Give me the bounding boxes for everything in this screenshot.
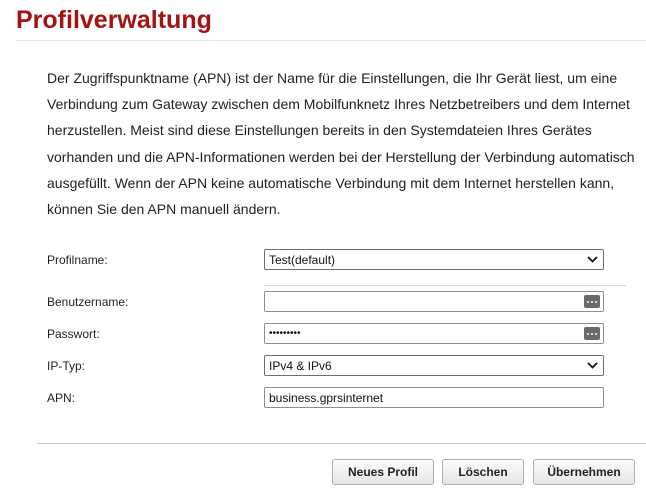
ip-type-label: IP-Typ:	[47, 359, 86, 373]
password-manager-icon[interactable]	[584, 295, 600, 308]
page-title: Profilverwaltung	[16, 6, 212, 34]
profile-name-value: Test(default)	[269, 252, 336, 267]
chevron-down-icon	[585, 359, 599, 373]
apn-input[interactable]: business.gprsinternet	[264, 387, 604, 408]
page-description: Der Zugriffspunktname (APN) ist der Name…	[47, 70, 635, 218]
profile-name-select[interactable]: Test(default)	[264, 249, 604, 270]
ip-type-value: IPv4 & IPv6	[269, 358, 332, 373]
username-label: Benutzername:	[47, 295, 129, 309]
password-manager-icon[interactable]	[584, 327, 600, 340]
apn-label: APN:	[47, 391, 76, 405]
chevron-down-icon	[585, 253, 599, 267]
form-divider	[264, 285, 626, 286]
apn-value: business.gprsinternet	[269, 390, 384, 405]
new-profile-button[interactable]: Neues Profil	[332, 459, 434, 485]
username-input[interactable]	[264, 291, 604, 312]
profile-name-label: Profilname:	[47, 253, 108, 267]
password-value: •••••••••	[269, 328, 301, 339]
delete-button[interactable]: Löschen	[442, 459, 524, 485]
password-label: Passwort:	[47, 327, 100, 341]
apply-button[interactable]: Übernehmen	[533, 459, 635, 485]
footer-divider	[37, 443, 646, 444]
ip-type-select[interactable]: IPv4 & IPv6	[264, 355, 604, 376]
title-divider	[16, 40, 646, 41]
password-input[interactable]: •••••••••	[264, 323, 604, 344]
